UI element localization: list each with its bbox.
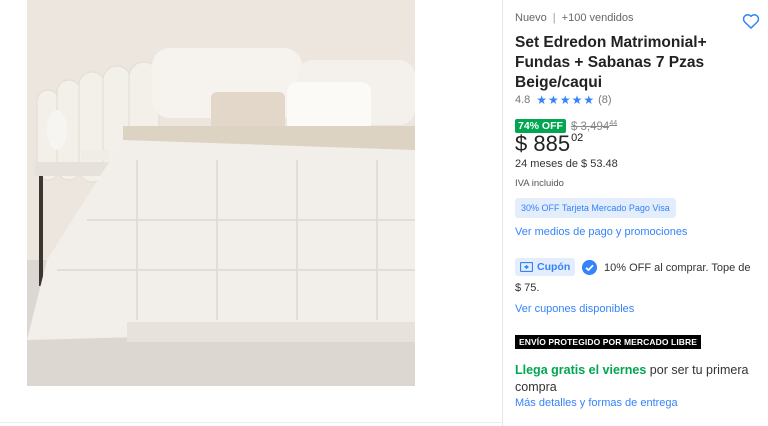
product-title: Set Edredon Matrimonial+ Fundas + Sabana… (515, 34, 707, 91)
shipping-badge: ENVÍO PROTEGIDO POR MERCADO LIBRE (515, 335, 702, 349)
coupon-badge[interactable]: Cupón (515, 258, 576, 276)
bottom-divider (0, 422, 502, 423)
current-price: $ 88502 (515, 131, 584, 156)
original-price-cents: 44 (609, 119, 618, 127)
bedding-photo (27, 0, 415, 386)
review-count: (8) (598, 94, 612, 106)
rating-row[interactable]: 4.8 ★★★★★ (8) (515, 93, 612, 107)
installments-text: 24 meses de $ 53.48 (515, 158, 618, 170)
star-icons: ★★★★★ (536, 93, 596, 107)
product-meta: Nuevo | +100 vendidos (515, 12, 634, 24)
check-icon (582, 260, 597, 275)
payment-methods-link[interactable]: Ver medios de pago y promociones (515, 226, 687, 238)
iva-text: IVA incluido (515, 178, 564, 189)
rating-value: 4.8 (515, 94, 531, 106)
meta-separator: | (552, 12, 556, 24)
sold-count: +100 vendidos (561, 12, 634, 24)
product-image[interactable] (27, 0, 415, 386)
card-promo-badge: 30% OFF Tarjeta Mercado Pago Visa (515, 198, 676, 218)
coupons-link[interactable]: Ver cupones disponibles (515, 303, 634, 315)
coupon-description: 10% OFF al comprar. Tope de (604, 262, 751, 274)
coupon-cap: $ 75. (515, 282, 540, 294)
condition-label: Nuevo (515, 12, 547, 24)
delivery-details-link[interactable]: Más detalles y formas de entrega (515, 397, 678, 409)
gallery-panel (0, 0, 502, 426)
coupon-label: Cupón (537, 261, 571, 273)
ticket-icon (520, 262, 533, 272)
buy-box: Nuevo | +100 vendidos Set Edredon Matrim… (515, 0, 768, 426)
price-cents: 02 (571, 132, 584, 144)
arrival-text: Llega gratis el viernes por ser tu prime… (515, 362, 755, 396)
heart-icon[interactable] (741, 11, 761, 31)
arrival-highlight: Llega gratis el viernes (515, 363, 647, 377)
panel-divider (502, 0, 503, 426)
